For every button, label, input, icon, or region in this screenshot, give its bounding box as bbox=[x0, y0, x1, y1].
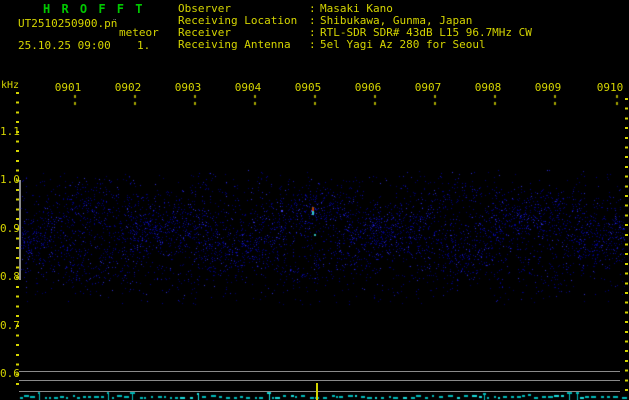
spectrogram-canvas bbox=[0, 0, 629, 400]
separator-line-lower bbox=[19, 391, 620, 392]
hrofft-screen: H R O F F T UT2510250900.pn ¨ meteor 25.… bbox=[0, 0, 629, 400]
level-spike bbox=[316, 383, 318, 400]
separator-line-middle bbox=[19, 380, 620, 381]
separator-line-upper bbox=[19, 371, 620, 372]
